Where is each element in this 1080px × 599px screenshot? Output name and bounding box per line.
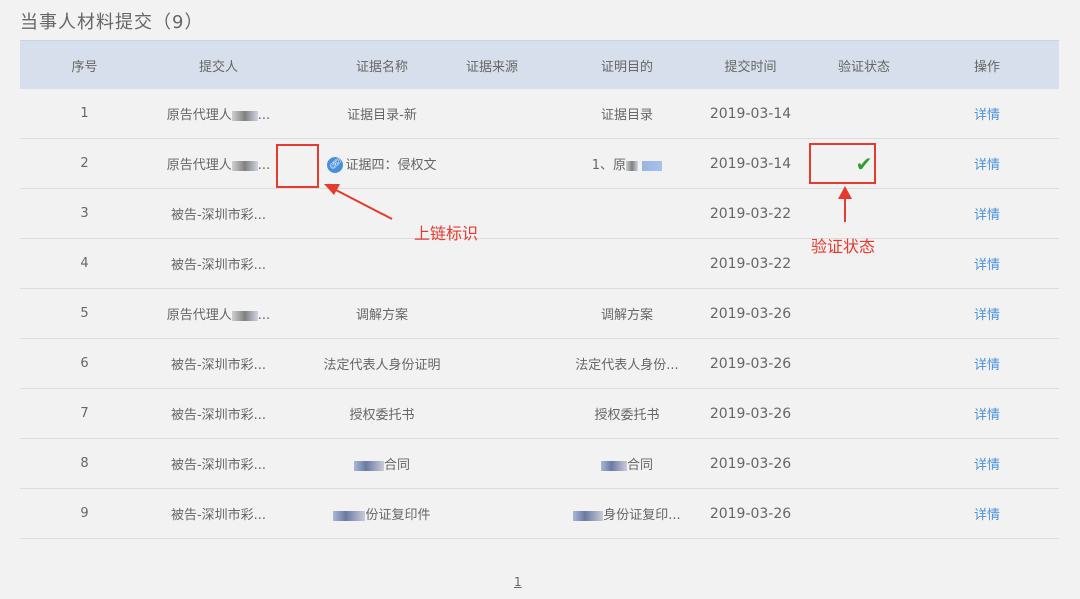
pagination-page-1[interactable]: 1 [514,575,522,589]
chain-annotation-label: 上链标识 [414,224,479,243]
chain-annotation-arrow [324,184,393,220]
verify-annotation-arrow [838,186,852,222]
verify-annotation-label: 验证状态 [811,237,876,256]
annotation-arrows [324,184,852,222]
